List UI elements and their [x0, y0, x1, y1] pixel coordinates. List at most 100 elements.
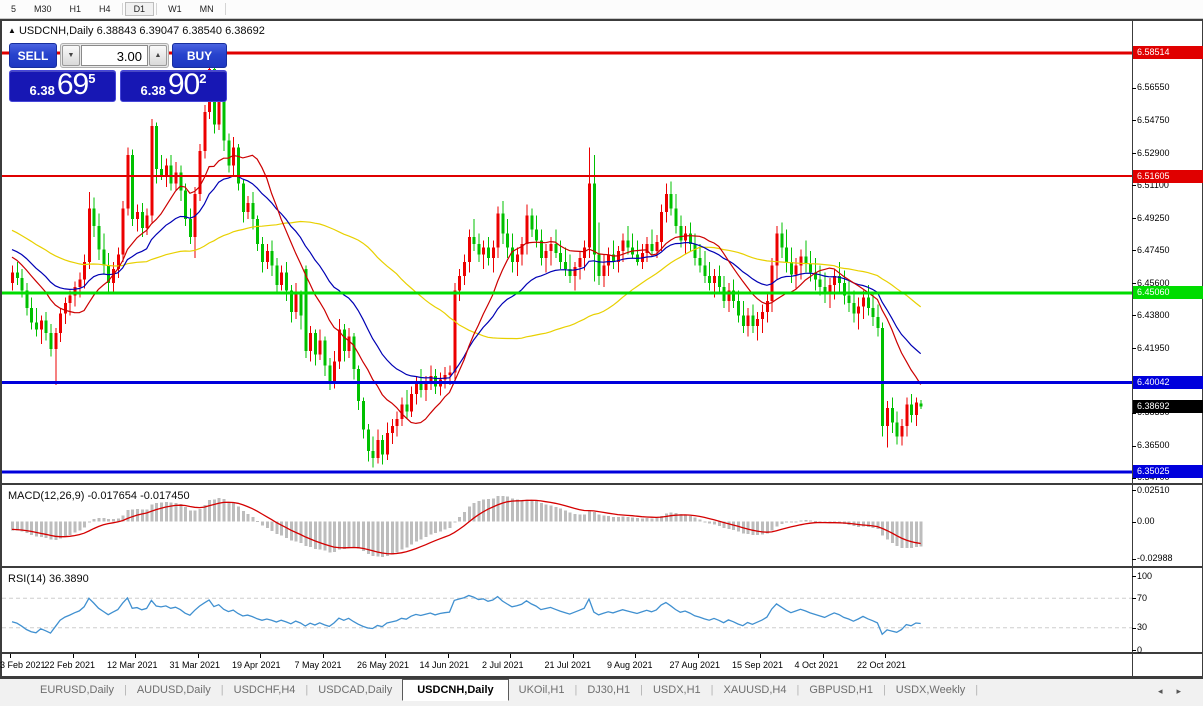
candlesticks: [11, 62, 923, 468]
date-tick: [510, 654, 511, 658]
price-axis-tick: [1132, 120, 1136, 121]
pane-divider[interactable]: [0, 483, 1203, 485]
buy-price-panel[interactable]: 6.38 90 2: [120, 70, 227, 102]
date-label: 21 Jul 2021: [544, 660, 592, 670]
rsi-axis-tick: [1132, 576, 1136, 577]
rsi-value: 36.3890: [48, 573, 89, 585]
rsi-axis-tick: [1132, 627, 1136, 629]
date-tick: [10, 654, 11, 658]
pane-divider[interactable]: [0, 652, 1203, 654]
date-tick: [822, 654, 824, 658]
price-axis-tick: [1132, 315, 1136, 317]
buy-price-sup: 2: [199, 71, 207, 86]
price-axis-tick: [1132, 283, 1136, 285]
tab-separator: |: [975, 684, 979, 696]
tab-eurusd-daily[interactable]: EURUSD,Daily: [30, 679, 124, 700]
price-axis-label: 6.36500: [1137, 440, 1170, 451]
tab-usdcnh-daily[interactable]: USDCNH,Daily: [402, 679, 509, 701]
date-label: 3 Feb 2021: [0, 660, 46, 670]
date-tick: [197, 654, 199, 658]
date-label: 12 Mar 2021: [107, 660, 158, 670]
timeframe-button-5[interactable]: 5: [2, 2, 25, 16]
price-axis-label: 6.49250: [1137, 212, 1170, 223]
tab-gbpusd-h1[interactable]: GBPUSD,H1: [799, 679, 883, 700]
sell-button[interactable]: SELL: [9, 43, 57, 68]
date-label: 9 Aug 2021: [607, 660, 653, 670]
date-tick: [385, 654, 386, 658]
price-level-badge: 6.45060: [1133, 286, 1203, 300]
date-label: 31 Mar 2021: [169, 660, 221, 670]
date-label: 2 Jul 2021: [482, 660, 524, 670]
price-level-badge: 6.40042: [1133, 375, 1203, 389]
pane-divider[interactable]: [0, 566, 1203, 568]
rsi-line: [11, 594, 921, 636]
rsi-axis-label: 70: [1137, 592, 1148, 603]
date-tick: [572, 654, 574, 658]
date-tick: [322, 654, 324, 658]
ma-mid-line: [11, 175, 922, 380]
rsi-axis-label: 0: [1137, 644, 1143, 655]
rsi-name: RSI(14): [8, 573, 46, 585]
price-axis-label: 6.54750: [1137, 114, 1170, 125]
price-level-badge: 6.35025: [1133, 465, 1203, 479]
timeframe-button-mn[interactable]: MN: [191, 2, 223, 16]
sell-price-prefix: 6.38: [29, 83, 55, 98]
trading-terminal: 5 M30 H1 H4 D1 W1 MN ▲ USDCNH,Daily 6.38843 6.…: [0, 0, 1203, 706]
buy-price-big: 90: [167, 68, 200, 101]
price-axis-tick: [1132, 87, 1136, 89]
price-axis-tick: [1132, 250, 1136, 252]
volume-increase-button[interactable]: ▲: [149, 45, 167, 66]
volume-input[interactable]: 3.00: [81, 45, 148, 66]
tab-usdchf-h4[interactable]: USDCHF,H4: [224, 679, 306, 700]
price-axis-tick: [1132, 153, 1136, 154]
symbol-period-label: USDCNH,Daily: [18, 25, 94, 37]
ma-slow-line: [11, 220, 922, 340]
macd-axis-label: -0.02988: [1137, 553, 1173, 564]
timeframe-button-w1[interactable]: W1: [159, 2, 191, 16]
price-axis-tick: [1132, 185, 1136, 187]
macd-name: MACD(12,26,9): [8, 490, 85, 502]
tab-scroll-arrows[interactable]: ◂▸: [1158, 686, 1195, 697]
tab-xauusd-h4[interactable]: XAUUSD,H4: [714, 679, 797, 700]
sell-price-panel[interactable]: 6.38 69 5: [9, 70, 116, 102]
macd-values: -0.017654 -0.017450: [87, 490, 190, 502]
symbol-tab-bar: EURUSD,Daily | AUDUSD,Daily | USDCHF,H4 | USDC…: [0, 678, 1203, 706]
price-level-badge: 6.51605: [1133, 169, 1203, 183]
timeframe-button-h4[interactable]: H4: [90, 2, 120, 16]
date-label: 14 Jun 2021: [419, 660, 470, 670]
tab-usdcad-daily[interactable]: USDCAD,Daily: [308, 679, 402, 700]
price-level-badge: 6.58514: [1133, 46, 1203, 60]
current-price-badge: 6.38692: [1133, 399, 1203, 413]
price-axis-label: 6.43800: [1137, 309, 1170, 320]
tab-dj30-h1[interactable]: DJ30,H1: [577, 679, 640, 700]
macd-histogram: [11, 495, 923, 558]
tab-audusd-daily[interactable]: AUDUSD,Daily: [127, 679, 221, 700]
macd-axis-tick: [1132, 558, 1136, 560]
buy-button[interactable]: BUY: [172, 43, 227, 68]
price-axis-label: 6.41950: [1137, 342, 1170, 353]
rsi-indicator-canvas[interactable]: [2, 570, 1132, 652]
macd-axis-tick: [1132, 521, 1136, 523]
rsi-axis-label: 100: [1137, 570, 1153, 581]
macd-axis-tick: [1132, 490, 1136, 492]
rsi-axis-label: 30: [1137, 622, 1148, 633]
date-label: 22 Oct 2021: [857, 660, 907, 670]
sell-price-sup: 5: [88, 71, 96, 86]
date-tick: [260, 654, 261, 658]
order-panel: SELL ▼ 3.00 ▲ BUY 6.38 69 5 6.38 90 2: [9, 43, 227, 102]
timeframe-button-h1[interactable]: H1: [61, 2, 91, 16]
date-label: 7 May 2021: [294, 660, 342, 670]
volume-decrease-button[interactable]: ▼: [62, 45, 80, 66]
date-tick: [885, 654, 886, 658]
tab-ukoil-h1[interactable]: UKOil,H1: [509, 679, 575, 700]
rsi-axis-tick: [1132, 650, 1136, 651]
timeframe-button-m30[interactable]: M30: [25, 2, 61, 16]
tab-usdx-weekly[interactable]: USDX,Weekly: [886, 679, 975, 700]
timeframe-button-d1[interactable]: D1: [124, 2, 155, 16]
price-axis-tick: [1132, 348, 1136, 350]
date-label: 15 Sep 2021: [732, 660, 784, 670]
rsi-label: RSI(14) 36.3890: [8, 573, 89, 585]
date-tick: [697, 654, 699, 658]
tab-usdx-h1[interactable]: USDX,H1: [643, 679, 711, 700]
chart-title: ▲ USDCNH,Daily 6.38843 6.39047 6.38540 6…: [8, 25, 265, 37]
